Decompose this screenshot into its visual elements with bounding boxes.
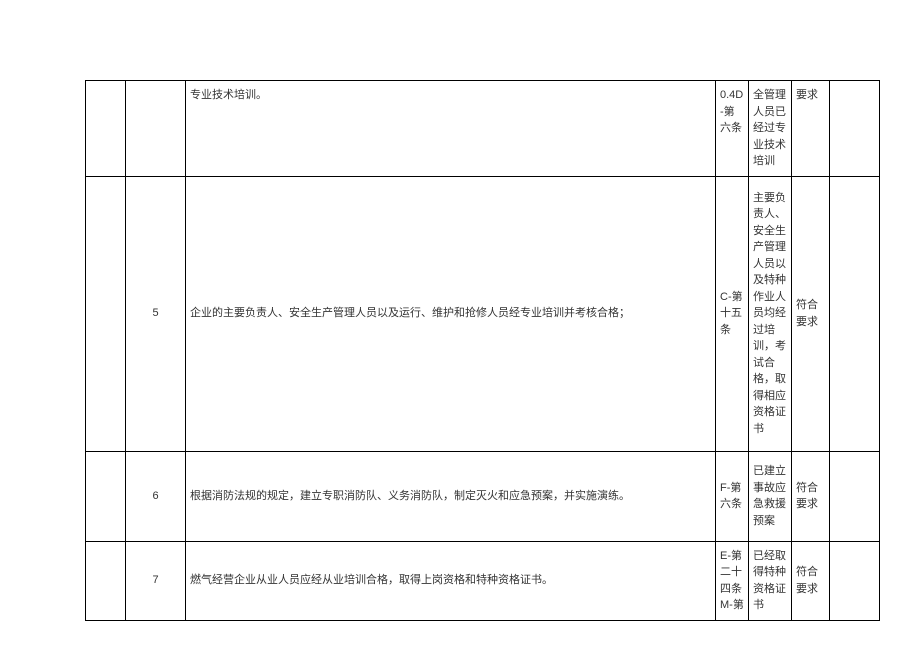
cell-status: 符合要求 [792,451,830,541]
cell-detail: 已经取得特种资格证书 [749,541,792,620]
table-row: 5 企业的主要负责人、安全生产管理人员以及运行、维护和抢修人员经专业培训并考核合… [86,176,880,451]
cell-num [126,81,186,177]
table-row: 7 燃气经营企业从业人员应经从业培训合格，取得上岗资格和特种资格证书。 E-第二… [86,541,880,620]
cell-num: 6 [126,451,186,541]
document-page: 专业技术培训。 0.4D-第六条 全管理人员已经过专业技术培训 要求 5 企业的… [0,0,920,651]
cell-content: 企业的主要负责人、安全生产管理人员以及运行、维护和抢修人员经专业培训并考核合格； [186,176,716,451]
cell-content: 专业技术培训。 [186,81,716,177]
cell-ref: F-第六条 [716,451,749,541]
cell-content: 燃气经营企业从业人员应经从业培训合格，取得上岗资格和特种资格证书。 [186,541,716,620]
cell-remark [830,176,880,451]
table-row: 专业技术培训。 0.4D-第六条 全管理人员已经过专业技术培训 要求 [86,81,880,177]
cell-remark [830,541,880,620]
cell-ref: C-第十五条 [716,176,749,451]
cell-remark [830,451,880,541]
cell-detail: 全管理人员已经过专业技术培训 [749,81,792,177]
cell-num: 5 [126,176,186,451]
cell-blank [86,81,126,177]
cell-blank [86,451,126,541]
cell-ref: E-第二十四条 M-第 [716,541,749,620]
cell-status: 要求 [792,81,830,177]
cell-detail: 主要负责人、安全生产管理人员以及特种作业人员均经过培训，考试合格，取得相应资格证… [749,176,792,451]
cell-blank [86,176,126,451]
cell-num: 7 [126,541,186,620]
cell-status: 符合要求 [792,541,830,620]
cell-blank [86,541,126,620]
cell-status: 符合要求 [792,176,830,451]
cell-detail: 已建立事故应急救援预案 [749,451,792,541]
cell-content: 根据消防法规的规定，建立专职消防队、义务消防队，制定灭火和应急预案，并实施演练。 [186,451,716,541]
compliance-table: 专业技术培训。 0.4D-第六条 全管理人员已经过专业技术培训 要求 5 企业的… [85,80,880,621]
cell-remark [830,81,880,177]
cell-ref: 0.4D-第六条 [716,81,749,177]
table-row: 6 根据消防法规的规定，建立专职消防队、义务消防队，制定灭火和应急预案，并实施演… [86,451,880,541]
